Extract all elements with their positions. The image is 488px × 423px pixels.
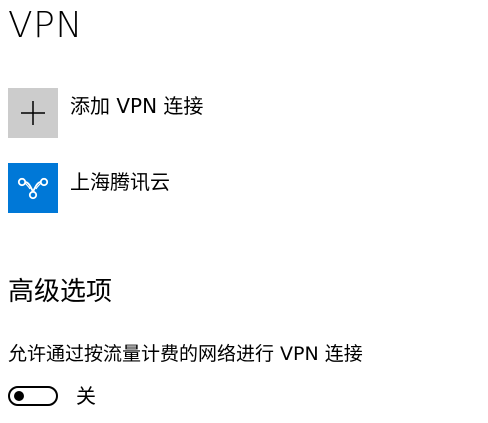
vpn-connection-label: 上海腾讯云 [70,170,170,194]
plus-icon [21,101,45,125]
metered-toggle-row: 关 [8,383,96,409]
advanced-options-heading: 高级选项 [8,277,113,307]
vpn-settings-page: VPN 添加 VPN 连接 上海腾讯云 高级选项 允许通过按流量计费的网络进行 … [0,0,488,423]
toggle-state-label: 关 [76,384,96,408]
toggle-knob [14,391,24,401]
vpn-connection-icon [17,177,49,200]
add-vpn-connection-button[interactable]: 添加 VPN 连接 [8,88,203,138]
vpn-connection-item[interactable]: 上海腾讯云 [8,163,170,213]
vpn-connection-tile [8,163,58,213]
add-vpn-tile [8,88,58,138]
add-vpn-label: 添加 VPN 连接 [70,94,204,118]
metered-network-label: 允许通过按流量计费的网络进行 VPN 连接 [8,343,363,365]
metered-network-toggle[interactable] [8,386,58,406]
page-title: VPN [8,5,83,46]
